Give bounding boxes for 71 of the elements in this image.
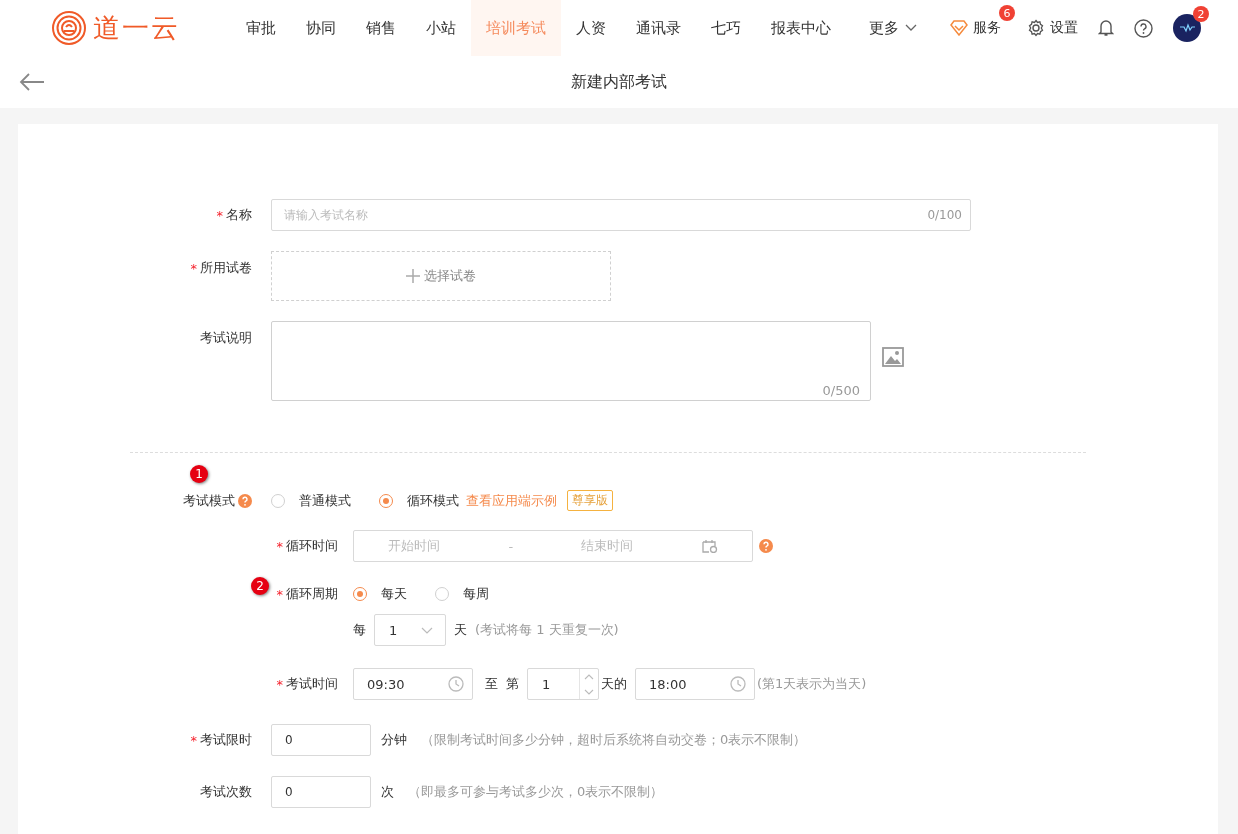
back-arrow-icon[interactable] (19, 73, 45, 91)
day-number-input[interactable]: 1 (527, 668, 599, 700)
service-link[interactable]: 服务 (950, 19, 1001, 37)
clock-icon (448, 676, 464, 692)
plus-icon (406, 269, 420, 283)
text-label: 天的 (601, 675, 627, 693)
field-label: 循环时间 (286, 537, 338, 555)
step-marker: 2 (251, 577, 269, 595)
interval-select[interactable]: 1 (374, 614, 446, 646)
text-label: 天 (454, 621, 467, 639)
nav-tab[interactable]: 小站 (411, 0, 471, 56)
logo-text: 道一云 (93, 11, 180, 45)
required-mark: * (190, 260, 197, 276)
nav-tab[interactable]: 报表中心 (756, 0, 846, 56)
field-label: 考试模式 (183, 491, 235, 510)
chevron-down-icon (421, 626, 433, 634)
time-limit-input[interactable]: 0 (271, 724, 371, 756)
help-icon[interactable] (1134, 18, 1153, 38)
hint-text: （即最多可参与考试多少次，0表示不限制） (408, 783, 664, 801)
radio-option[interactable]: 循环模式 (379, 491, 459, 510)
notification-badge: 6 (999, 5, 1015, 21)
required-mark: * (276, 676, 283, 692)
step-marker: 1 (190, 464, 208, 483)
chevron-down-icon (905, 24, 917, 32)
required-mark: * (216, 207, 223, 223)
nav-tab[interactable]: 销售 (351, 0, 411, 56)
text-label: 至 (485, 675, 498, 693)
logo-icon (51, 10, 87, 46)
field-label: 考试说明 (200, 329, 252, 347)
radio-option[interactable]: 每周 (435, 585, 489, 603)
notification-badge: 2 (1193, 6, 1209, 22)
diamond-icon (950, 20, 968, 36)
field-label: 名称 (226, 206, 252, 224)
attempts-input[interactable]: 0 (271, 776, 371, 808)
image-icon[interactable] (882, 347, 904, 367)
field-label: 考试次数 (200, 783, 252, 801)
chevron-up-icon[interactable] (584, 673, 594, 680)
hint-text: (第1天表示为当天) (757, 675, 867, 693)
nav-tab[interactable]: 协同 (291, 0, 351, 56)
field-label: 考试限时 (200, 731, 252, 749)
more-menu[interactable]: 更多 (854, 0, 932, 56)
settings-icon (1027, 19, 1045, 37)
nav-tab[interactable]: 人资 (561, 0, 621, 56)
unit-label: 分钟 (381, 731, 407, 749)
field-label: 所用试卷 (200, 259, 252, 277)
required-mark: * (276, 538, 283, 554)
radio-option[interactable]: 每天 (353, 585, 407, 603)
settings-link[interactable]: 设置 (1027, 19, 1078, 37)
radio-option[interactable]: 普通模式 (271, 491, 351, 510)
bell-icon[interactable] (1098, 19, 1114, 37)
nav-tab[interactable]: 通讯录 (621, 0, 696, 56)
start-time-input[interactable]: 09:30 (353, 668, 473, 700)
clock-icon (730, 676, 746, 692)
nav-tab[interactable]: 七巧 (696, 0, 756, 56)
text-label: 每 (353, 621, 366, 639)
page-title: 新建内部考试 (571, 71, 667, 93)
select-paper-button[interactable]: 选择试卷 (271, 251, 611, 301)
hint-text: （限制考试时间多少分钟，超时后系统将自动交卷；0表示不限制） (421, 731, 807, 749)
chevron-down-icon[interactable] (584, 688, 594, 695)
field-label: 循环周期 (286, 585, 338, 603)
required-mark: * (190, 732, 197, 748)
end-time-input[interactable]: 18:00 (635, 668, 755, 700)
calendar-icon (701, 539, 718, 553)
nav-tab[interactable]: 审批 (231, 0, 291, 56)
premium-tag: 尊享版 (567, 490, 613, 511)
character-counter: 0/500 (822, 383, 860, 398)
required-mark: * (276, 586, 283, 602)
field-label: 考试时间 (286, 675, 338, 693)
text-label: 第 (506, 675, 519, 693)
character-counter: 0/100 (927, 208, 962, 222)
unit-label: 次 (381, 783, 394, 801)
